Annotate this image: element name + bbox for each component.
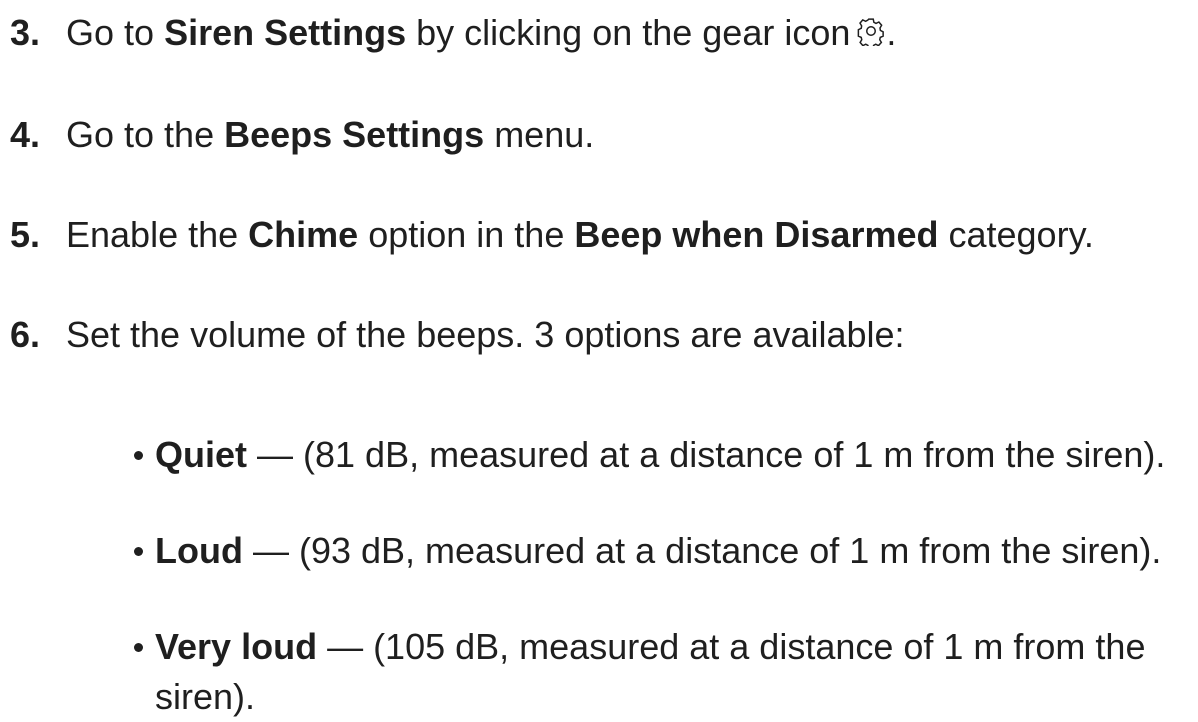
step-text: menu. [484,114,595,155]
option-label: Quiet [155,434,248,475]
step-text: Go to the [66,114,225,155]
step-text: category. [938,214,1094,255]
beeps-settings-label: Beeps Settings [224,114,485,155]
step-text: option in the [358,214,575,255]
step-3: 3. Go to Siren Settings by clicking on th… [10,8,896,58]
step-number: 3. [10,12,41,53]
chime-label: Chime [248,214,359,255]
beep-when-disarmed-label: Beep when Disarmed [574,214,939,255]
step-5: 5. Enable the Chime option in the Beep wh… [10,210,1094,260]
option-label: Loud [155,530,243,571]
step-6: 6. Set the volume of the beeps. 3 options… [10,310,905,360]
bullet-icon [134,451,143,460]
step-number: 6. [10,314,41,355]
step-text: . [886,12,897,53]
step-text: Go to [66,12,165,53]
step-text: Set the volume of the beeps. 3 options a… [66,314,905,355]
gear-icon [856,16,886,46]
bullet-icon [134,547,143,556]
siren-settings-label: Siren Settings [164,12,407,53]
step-text: Enable the [66,214,249,255]
step-number: 4. [10,114,41,155]
option-text: — (93 dB, measured at a distance of 1 m … [242,530,1162,571]
option-text: — (81 dB, measured at a distance of 1 m … [247,434,1166,475]
bullet-icon [134,643,143,652]
step-number: 5. [10,214,41,255]
option-label: Very loud [155,626,318,667]
step-text: by clicking on the gear icon [406,12,851,53]
step-4: 4. Go to the Beeps Settings menu. [10,110,594,160]
